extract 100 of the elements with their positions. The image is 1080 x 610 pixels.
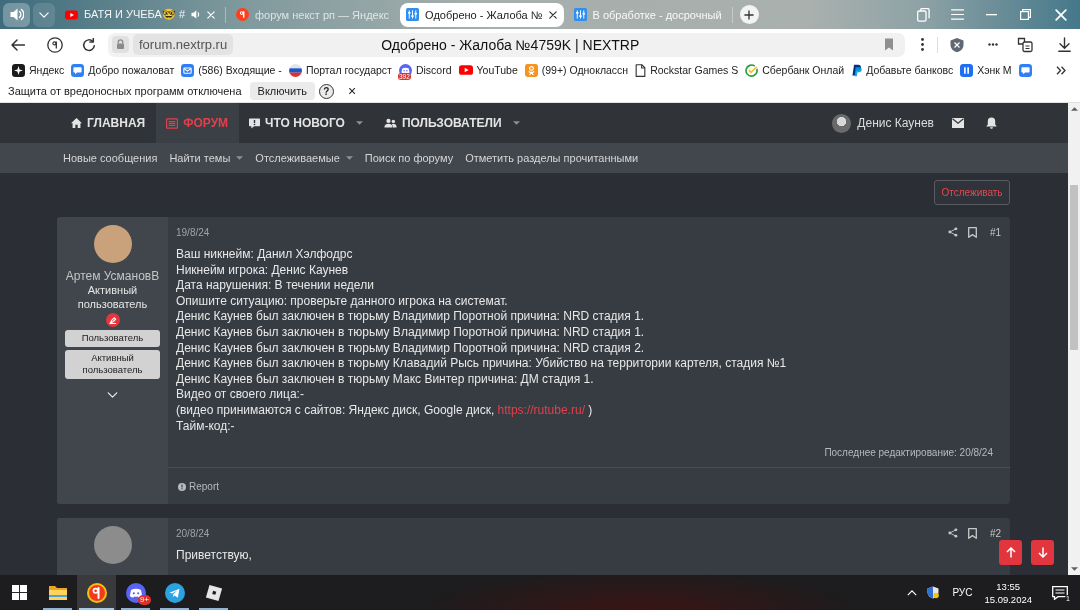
post-date[interactable]: 19/8/24: [176, 226, 210, 238]
close-button[interactable]: ×: [347, 83, 357, 99]
bookmark-link[interactable]: Добавьте банковс: [851, 60, 954, 80]
envelope-icon: [952, 118, 964, 128]
chevron-down-icon: [107, 391, 118, 398]
lock-icon: [112, 36, 129, 53]
avatar-photo-placeholder[interactable]: [93, 225, 132, 263]
taskbar-app-button[interactable]: 9+: [116, 575, 155, 610]
user-title: Активный пользователь: [76, 283, 149, 311]
report-link[interactable]: Report: [178, 480, 219, 494]
bookmark-link[interactable]: Яндекс: [12, 60, 65, 80]
scrollbar-thumb[interactable]: [1070, 185, 1078, 350]
clock[interactable]: 13:55 15.09.2024: [984, 579, 1032, 606]
post-date[interactable]: 20/8/24: [176, 527, 210, 539]
avatar-photo-placeholder[interactable]: [93, 526, 132, 565]
help-button[interactable]: ?: [318, 83, 334, 99]
post-text-line: Никнейм игрока: Денис Каунев: [176, 262, 350, 279]
chevron-up-icon: [907, 589, 918, 596]
post-text-line: Денис Каунев был заключен в тюрьму Владимир Поротной причина: NRD стадия 1.: [176, 324, 646, 341]
restore-icon: [1019, 9, 1031, 20]
scrollbar[interactable]: [1068, 103, 1080, 575]
post-number[interactable]: #2: [989, 527, 1001, 539]
expand-button[interactable]: [105, 389, 120, 400]
notification-icon: [1052, 585, 1068, 600]
user-name[interactable]: Денис Каунев: [857, 116, 934, 130]
count-badge: 9+: [137, 595, 151, 605]
bookmark-link[interactable]: (586) Входящие -: [181, 60, 282, 80]
sliders-icon: [573, 8, 587, 21]
comment-alert-icon: [249, 117, 261, 129]
address-field[interactable]: forum.nextrp.ru Одобрено - Жалоба №4759K | NEXTRP: [108, 32, 905, 57]
pause-icon: [960, 63, 974, 77]
author-name[interactable]: Артем УсмановВ: [65, 269, 160, 283]
play-button-icon: [458, 65, 473, 75]
scroll-bottom-button[interactable]: [1031, 540, 1054, 565]
browser-tab[interactable]: БАТЯ И УЧЕБА🤓 #: [59, 2, 223, 27]
users-icon: [383, 118, 397, 128]
post-text-line: Денис Каунев был заключен в тюрьму Владимир Поротной причина: NRD стадия 2.: [176, 340, 646, 357]
bookmark-link[interactable]: Хэнк М: [960, 60, 1012, 80]
bookmark-icon[interactable]: [967, 226, 977, 238]
post-text-line: Ваш никнейм: Данил Хэлфодрс: [176, 247, 354, 263]
post-text-line: Денис Каунев был заключен в тюрьму Макс Винтер причина: ДМ стадия 1.: [176, 371, 595, 388]
subnav-link[interactable]: Отметить разделы прочитанными: [459, 152, 645, 164]
page-title: Одобрено - Жалоба №4759K | NEXTRP: [381, 36, 640, 53]
folder-icon: [47, 584, 68, 601]
bookmark-link[interactable]: (99+) Одноклассн: [524, 60, 629, 80]
close-icon[interactable]: [548, 10, 557, 19]
chat-bubble-icon: [71, 63, 85, 77]
url-text: forum.nextrp.ru: [133, 34, 234, 55]
subnav-link[interactable]: Отслеживаемые: [249, 152, 359, 164]
post-text-line: (видео принимаются с сайтов: Яндекс диск, Google диск, https://rutube.ru/ ): [176, 402, 594, 419]
stacked-pages-icon: [916, 7, 930, 22]
language-indicator[interactable]: РУС: [952, 587, 973, 598]
speaker-icon: [9, 8, 24, 21]
alert-circle-icon: [178, 482, 186, 491]
bookmark-icon[interactable]: [967, 527, 977, 539]
bookmark-icon: [884, 38, 894, 51]
sound-button[interactable]: [3, 2, 30, 27]
nav-tab[interactable]: ГЛАВНАЯ: [61, 103, 157, 143]
nav-tab[interactable]: ПОЛЬЗОВАТЕЛИ: [373, 103, 531, 143]
chevron-down-icon: [39, 11, 49, 18]
ellipsis-icon: [988, 43, 998, 46]
taskbar-app-button[interactable]: [77, 575, 116, 610]
nav-tab[interactable]: ЧТО НОВОГО: [239, 103, 374, 143]
check-circle-icon: [745, 63, 759, 77]
home-icon: [71, 118, 82, 128]
user-avatar[interactable]: [832, 113, 852, 133]
subnav-link[interactable]: Найти темы: [163, 152, 250, 164]
scroll-down-arrow-icon: [1070, 567, 1078, 571]
shield-icon: [950, 36, 964, 53]
bookmark-link[interactable]: YouTube: [458, 60, 518, 80]
subnav-link[interactable]: Поиск по форуму: [358, 152, 460, 164]
browser-tab[interactable]: Одобрено - Жалоба №: [400, 2, 564, 27]
document-icon: [635, 63, 647, 77]
browser-logo-icon: [86, 582, 107, 603]
bookmark-link[interactable]: Rockstar Games S: [635, 60, 739, 80]
enable-button[interactable]: Включить: [249, 82, 315, 100]
plus-icon: [744, 9, 755, 20]
download-icon: [1057, 37, 1071, 52]
payment-logo-icon: [851, 63, 863, 77]
person-logo-icon: [524, 63, 538, 77]
last-edited-note: Последнее редактирование: 20/8/24: [824, 446, 993, 460]
envelope-icon: [181, 63, 195, 77]
bookmark-link[interactable]: Сбербанк Онлай: [745, 60, 845, 80]
post-number[interactable]: #1: [989, 226, 1001, 238]
more-bookmarks-button[interactable]: [1056, 65, 1066, 75]
double-chevron-icon: [1056, 65, 1066, 75]
scroll-up-arrow-icon: [1070, 107, 1078, 111]
post-text-line: Тайм-код:-: [176, 418, 236, 435]
minimize-icon: [985, 13, 997, 16]
extensions-icon: [1017, 36, 1033, 53]
notification-message: Защита от вредоносных программ отключена: [8, 85, 242, 97]
scroll-top-button[interactable]: [999, 540, 1022, 565]
flag-icon: [288, 63, 302, 77]
bookmark-link[interactable]: Портал государст: [288, 60, 392, 80]
subnav-link[interactable]: Новые сообщения: [57, 152, 164, 164]
new-tab-button[interactable]: [739, 5, 759, 24]
sparkle-icon: [12, 63, 25, 77]
post-text-line: Опишите ситуацию: проверьте данного игрока на системат.: [176, 293, 509, 310]
circle-logo-icon: [47, 36, 63, 53]
bookmark-link[interactable]: Добро пожаловат: [71, 60, 175, 80]
